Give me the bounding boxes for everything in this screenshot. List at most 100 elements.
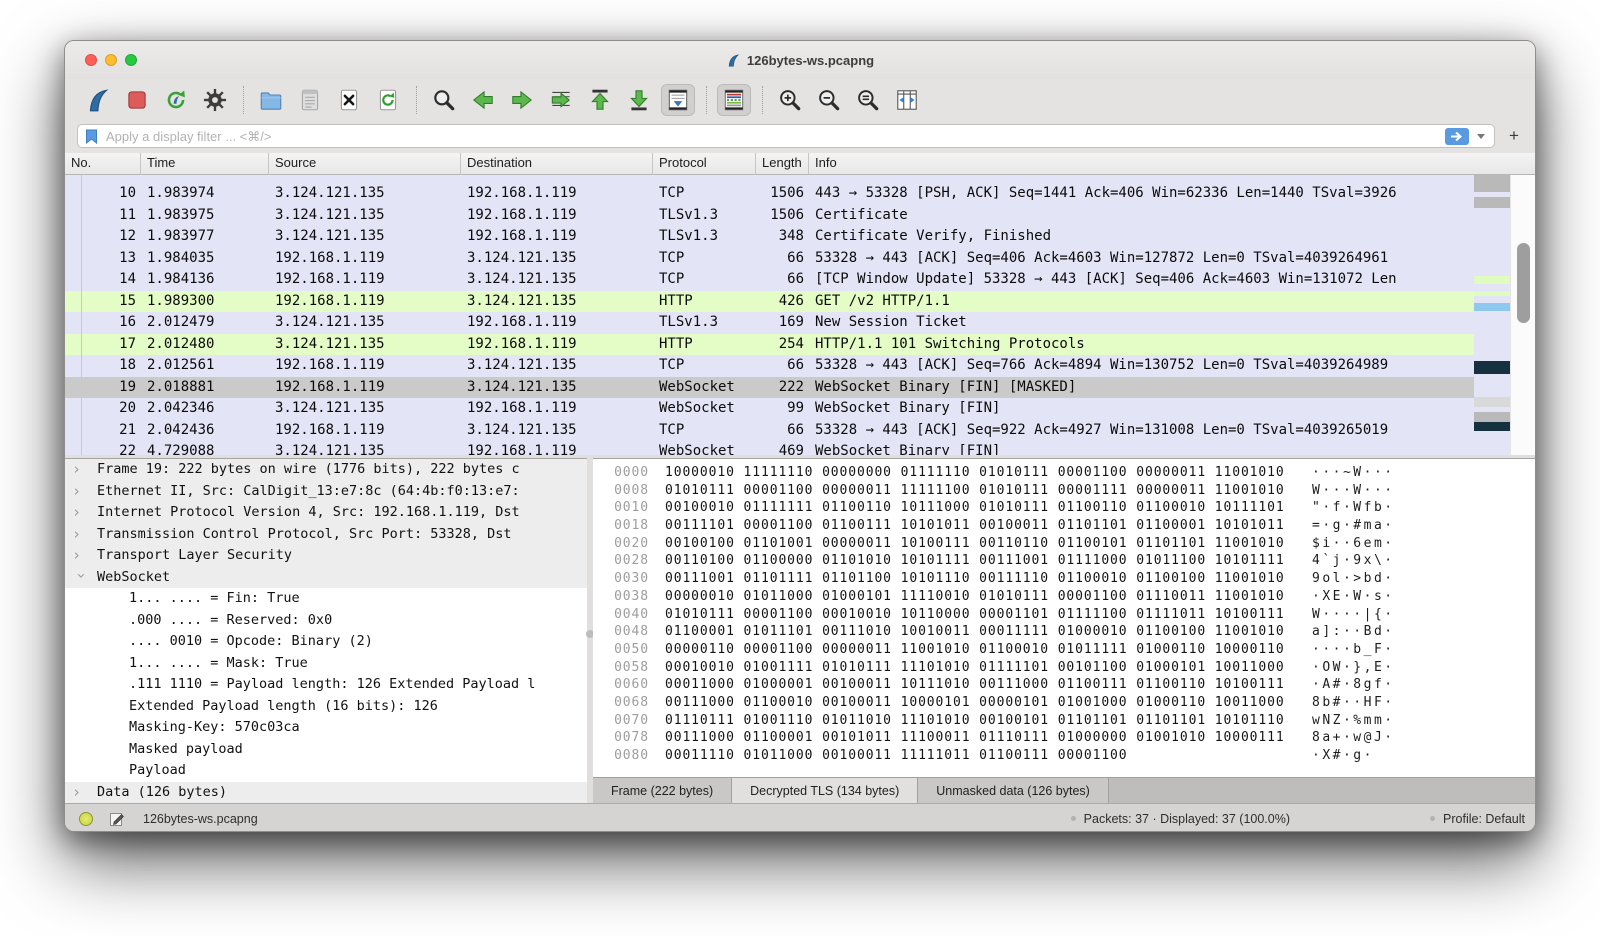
scrollbar-thumb[interactable]: [1517, 243, 1530, 323]
previous-packet-button[interactable]: [466, 84, 500, 116]
chevron-right-icon[interactable]: ›: [72, 502, 86, 524]
detail-row[interactable]: .000 .... = Reserved: 0x0: [65, 610, 587, 632]
bytes-row[interactable]: 005000000110 00001100 00000011 11001010 …: [603, 641, 1535, 659]
first-packet-button[interactable]: [583, 84, 617, 116]
detail-row[interactable]: ›Ethernet II, Src: CalDigit_13:e7:8c (64…: [65, 481, 587, 503]
expert-info-indicator[interactable]: [79, 812, 93, 826]
detail-row[interactable]: .111 1110 = Payload length: 126 Extended…: [65, 674, 587, 696]
bytes-row[interactable]: 000801010111 00001100 00000011 11111100 …: [603, 482, 1535, 500]
minimize-window-button[interactable]: [105, 54, 117, 66]
close-window-button[interactable]: [85, 54, 97, 66]
column-header-time[interactable]: Time: [141, 153, 269, 174]
packet-row[interactable]: 192.018881192.168.1.1193.124.121.135WebS…: [65, 377, 1535, 399]
detail-row[interactable]: ›Transport Layer Security: [65, 545, 587, 567]
packet-row[interactable]: 131.984035192.168.1.1193.124.121.135TCP6…: [65, 248, 1535, 270]
stop-capture-button[interactable]: [120, 84, 154, 116]
bytes-tab-unmasked[interactable]: Unmasked data (126 bytes): [918, 778, 1109, 803]
detail-row[interactable]: ›Transmission Control Protocol, Src Port…: [65, 524, 587, 546]
chevron-right-icon[interactable]: ›: [72, 545, 86, 567]
add-filter-button[interactable]: +: [1505, 126, 1523, 146]
main-toolbar: [65, 79, 1535, 123]
bytes-row[interactable]: 007800111000 01100001 00101011 11100011 …: [603, 729, 1535, 747]
bytes-row[interactable]: 004001010111 00001100 00010010 10110000 …: [603, 606, 1535, 624]
column-header-no[interactable]: No.: [65, 153, 141, 174]
packet-row[interactable]: 224.7290883.124.121.135192.168.1.119WebS…: [65, 441, 1535, 455]
chevron-down-icon[interactable]: ›: [70, 571, 92, 585]
zoom-in-button[interactable]: [773, 84, 807, 116]
packet-row[interactable]: 101.9839743.124.121.135192.168.1.119TCP1…: [65, 183, 1535, 205]
reload-file-button[interactable]: [371, 84, 405, 116]
bookmark-icon[interactable]: [85, 129, 98, 144]
detail-row[interactable]: 1... .... = Mask: True: [65, 653, 587, 675]
chevron-right-icon[interactable]: ›: [72, 524, 86, 546]
packet-list-scrollbar[interactable]: [1510, 175, 1535, 455]
last-packet-button[interactable]: [622, 84, 656, 116]
packet-row-partial[interactable]: [65, 175, 1535, 183]
zoom-100-button[interactable]: [851, 84, 885, 116]
open-file-button[interactable]: [254, 84, 288, 116]
close-file-button[interactable]: [332, 84, 366, 116]
detail-row[interactable]: .... 0010 = Opcode: Binary (2): [65, 631, 587, 653]
resize-columns-button[interactable]: [890, 84, 924, 116]
filter-bar: +: [65, 123, 1535, 153]
apply-filter-button[interactable]: [1445, 128, 1469, 145]
packet-row[interactable]: 151.989300192.168.1.1193.124.121.135HTTP…: [65, 291, 1535, 313]
display-filter-input[interactable]: [104, 128, 1445, 145]
capture-options-button[interactable]: [198, 84, 232, 116]
detail-row[interactable]: 1... .... = Fin: True: [65, 588, 587, 610]
column-header-destination[interactable]: Destination: [461, 153, 653, 174]
restart-capture-button[interactable]: [159, 84, 193, 116]
packet-row[interactable]: 182.012561192.168.1.1193.124.121.135TCP6…: [65, 355, 1535, 377]
go-to-packet-button[interactable]: [544, 84, 578, 116]
packet-row[interactable]: 212.042436192.168.1.1193.124.121.135TCP6…: [65, 420, 1535, 442]
detail-row[interactable]: Payload: [65, 760, 587, 782]
bytes-row[interactable]: 003800000010 01011000 01000101 11110010 …: [603, 588, 1535, 606]
detail-row[interactable]: ›Frame 19: 222 bytes on wire (1776 bits)…: [65, 459, 587, 481]
start-capture-button[interactable]: [81, 84, 115, 116]
maximize-window-button[interactable]: [125, 54, 137, 66]
chevron-right-icon[interactable]: ›: [72, 459, 86, 481]
bytes-row[interactable]: 002000100100 01101001 00000011 10100111 …: [603, 535, 1535, 553]
save-file-button[interactable]: [293, 84, 327, 116]
next-packet-button[interactable]: [505, 84, 539, 116]
packet-row[interactable]: 111.9839753.124.121.135192.168.1.119TLSv…: [65, 205, 1535, 227]
column-header-length[interactable]: Length: [756, 153, 809, 174]
packet-row[interactable]: 121.9839773.124.121.135192.168.1.119TLSv…: [65, 226, 1535, 248]
column-header-protocol[interactable]: Protocol: [653, 153, 756, 174]
column-header-source[interactable]: Source: [269, 153, 461, 174]
detail-row[interactable]: Masked payload: [65, 739, 587, 761]
bytes-row[interactable]: 006800111000 01100010 00100011 10000101 …: [603, 694, 1535, 712]
bytes-row[interactable]: 003000111001 01101111 01101100 10101110 …: [603, 570, 1535, 588]
packet-row[interactable]: 141.984136192.168.1.1193.124.121.135TCP6…: [65, 269, 1535, 291]
packet-row[interactable]: 162.0124793.124.121.135192.168.1.119TLSv…: [65, 312, 1535, 334]
bytes-row[interactable]: 001000100010 01111111 01100110 10111000 …: [603, 499, 1535, 517]
bytes-tab-decrypted[interactable]: Decrypted TLS (134 bytes): [732, 778, 918, 803]
find-packet-button[interactable]: [427, 84, 461, 116]
bytes-row[interactable]: 008000011110 01011000 00100011 11111011 …: [603, 747, 1535, 765]
bytes-row[interactable]: 000010000010 11111110 00000000 01111110 …: [603, 464, 1535, 482]
status-profile[interactable]: Profile: Default: [1443, 812, 1525, 826]
filter-history-caret-icon[interactable]: [1477, 134, 1485, 139]
bytes-row[interactable]: 006000011000 01000001 00100011 10111010 …: [603, 676, 1535, 694]
chevron-right-icon[interactable]: ›: [72, 481, 86, 503]
auto-scroll-button[interactable]: [661, 84, 695, 116]
detail-row[interactable]: ›Internet Protocol Version 4, Src: 192.1…: [65, 502, 587, 524]
detail-row[interactable]: ›WebSocket: [65, 567, 587, 589]
bytes-row[interactable]: 001800111101 00001100 01100111 10101011 …: [603, 517, 1535, 535]
bytes-row[interactable]: 002800110100 01100000 01101010 10101111 …: [603, 552, 1535, 570]
chevron-right-icon[interactable]: ›: [72, 782, 86, 804]
packet-row[interactable]: 172.0124803.124.121.135192.168.1.119HTTP…: [65, 334, 1535, 356]
bytes-tab-frame[interactable]: Frame (222 bytes): [593, 778, 732, 803]
minimap-segment: [1474, 175, 1510, 192]
capture-comment-icon[interactable]: [109, 811, 125, 827]
detail-row[interactable]: ›Data (126 bytes): [65, 782, 587, 804]
packet-row[interactable]: 202.0423463.124.121.135192.168.1.119WebS…: [65, 398, 1535, 420]
colorize-button[interactable]: [717, 84, 751, 116]
bytes-row[interactable]: 005800010010 01001111 01010111 11101010 …: [603, 659, 1535, 677]
detail-row[interactable]: Extended Payload length (16 bits): 126: [65, 696, 587, 718]
bytes-row[interactable]: 007001110111 01001110 01011010 11101010 …: [603, 712, 1535, 730]
bytes-row[interactable]: 004801100001 01011101 00111010 10010011 …: [603, 623, 1535, 641]
column-header-info[interactable]: Info: [809, 153, 1535, 174]
zoom-out-button[interactable]: [812, 84, 846, 116]
detail-row[interactable]: Masking-Key: 570c03ca: [65, 717, 587, 739]
